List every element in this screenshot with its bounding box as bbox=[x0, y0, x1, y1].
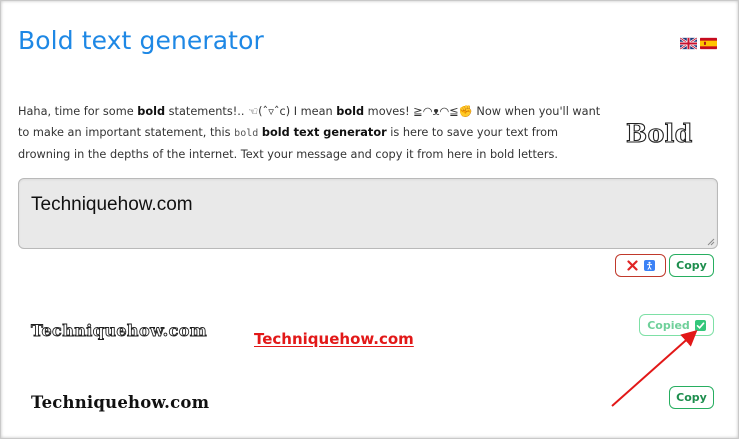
intro-paragraph: Haha, time for some bold statements!.. ☜… bbox=[18, 101, 608, 165]
accessibility-icon bbox=[643, 260, 655, 271]
copy-result-button[interactable]: Copy bbox=[669, 386, 714, 409]
annotation-text: Techniquehow.com bbox=[254, 330, 414, 348]
check-icon bbox=[694, 319, 706, 331]
text-input[interactable]: Techniquehow.com bbox=[18, 178, 718, 249]
english-flag-icon[interactable] bbox=[680, 37, 697, 50]
copied-button[interactable]: Copied bbox=[639, 314, 714, 336]
bold-logo: Bold bbox=[625, 118, 693, 148]
close-icon bbox=[626, 260, 638, 271]
copied-label: Copied bbox=[647, 318, 690, 332]
result-bold-serif[interactable]: Techniquehow.com bbox=[31, 393, 209, 412]
intro-text: Haha, time for some bbox=[18, 105, 138, 118]
clear-button[interactable] bbox=[615, 254, 666, 277]
intro-bold: bold text generator bbox=[261, 126, 387, 139]
page-title: Bold text generator bbox=[18, 26, 264, 55]
language-switcher bbox=[680, 37, 717, 50]
intro-bold: bold bbox=[137, 105, 166, 118]
intro-bold: bold bbox=[336, 105, 365, 118]
text-input-value[interactable]: Techniquehow.com bbox=[31, 194, 193, 216]
resize-grip-icon[interactable] bbox=[707, 238, 715, 246]
intro-text: statements!.. ☜(ˆ▿ˆc) I mean bbox=[165, 105, 337, 118]
spanish-flag-icon[interactable] bbox=[700, 37, 717, 50]
result-outline-serif[interactable]: Techniquehow.com bbox=[31, 321, 208, 341]
copy-input-button[interactable]: Copy bbox=[669, 254, 714, 277]
intro-mono-text: bold bbox=[234, 128, 259, 139]
